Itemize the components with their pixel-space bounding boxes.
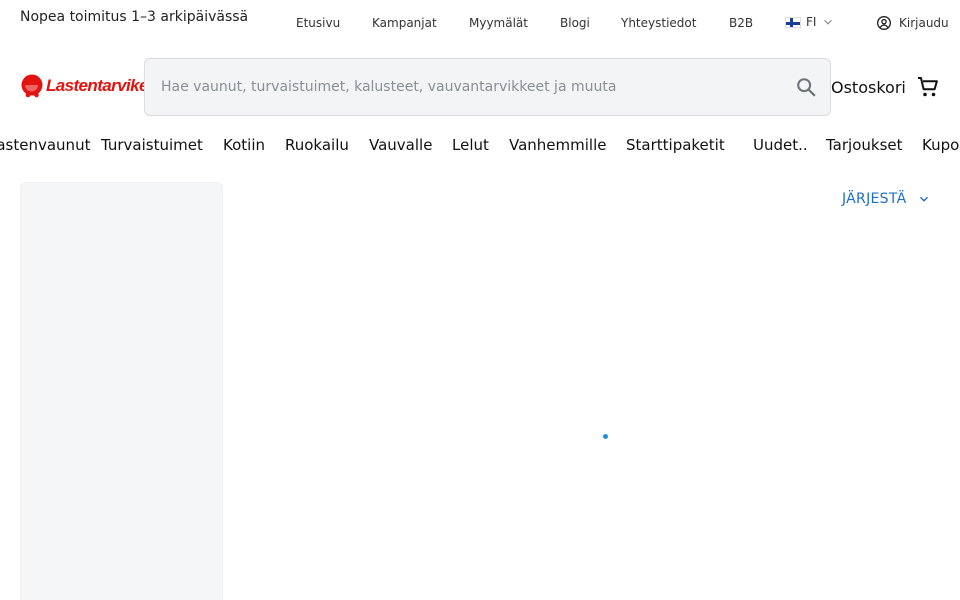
top-link-blogi[interactable]: Blogi bbox=[560, 16, 590, 30]
category-kotiin[interactable]: Kotiin bbox=[223, 136, 265, 154]
top-link-myymalat[interactable]: Myymälät bbox=[469, 16, 528, 30]
sort-dropdown[interactable]: JÄRJESTÄ bbox=[842, 191, 931, 207]
search-input[interactable] bbox=[161, 59, 781, 115]
category-nav: Lastenvaunut Turvaistuimet Kotiin Ruokai… bbox=[0, 132, 960, 160]
search-box[interactable] bbox=[144, 58, 831, 116]
top-link-etusivu[interactable]: Etusivu bbox=[296, 16, 340, 30]
top-link-b2b[interactable]: B2B bbox=[729, 16, 753, 30]
filter-sidebar-placeholder bbox=[20, 182, 223, 600]
login-link[interactable]: Kirjaudu bbox=[876, 15, 949, 31]
logo-wordmark: Lastentarvike bbox=[46, 76, 148, 95]
category-lelut[interactable]: Lelut bbox=[452, 136, 489, 154]
site-logo[interactable]: Lastentarvike bbox=[20, 74, 148, 98]
login-label: Kirjaudu bbox=[899, 16, 949, 30]
finland-flag-icon bbox=[785, 16, 801, 28]
top-link-kampanjat[interactable]: Kampanjat bbox=[372, 16, 437, 30]
cart-button[interactable]: Ostoskori bbox=[831, 75, 940, 99]
cart-label: Ostoskori bbox=[831, 77, 906, 97]
category-turvaistuimet[interactable]: Turvaistuimet bbox=[101, 136, 203, 154]
account-icon bbox=[877, 16, 891, 30]
language-label: FI bbox=[806, 15, 817, 29]
stroller-logo-icon bbox=[21, 74, 43, 98]
top-link-yhteystiedot[interactable]: Yhteystiedot bbox=[621, 16, 696, 30]
top-bar: Nopea toimitus 1–3 arkipäivässä Etusivu … bbox=[0, 0, 960, 48]
chevron-down-icon bbox=[919, 196, 928, 202]
chevron-down-icon bbox=[824, 19, 833, 25]
category-uudet[interactable]: Uudet.. bbox=[753, 136, 808, 154]
category-lastenvaunut[interactable]: Lastenvaunut bbox=[0, 136, 90, 154]
category-kupongit[interactable]: Kupongit bbox=[922, 136, 960, 154]
category-tarjoukset[interactable]: Tarjoukset bbox=[826, 136, 903, 154]
category-ruokailu[interactable]: Ruokailu bbox=[285, 136, 349, 154]
loading-spinner bbox=[603, 434, 608, 439]
category-vauvalle[interactable]: Vauvalle bbox=[369, 136, 432, 154]
category-vanhemmille[interactable]: Vanhemmille bbox=[509, 136, 607, 154]
category-starttipaketit[interactable]: Starttipaketit bbox=[626, 136, 725, 154]
sort-label: JÄRJESTÄ bbox=[842, 191, 907, 207]
search-icon[interactable] bbox=[795, 76, 817, 98]
language-selector[interactable]: FI bbox=[785, 15, 835, 29]
shopping-cart-icon bbox=[917, 77, 938, 97]
